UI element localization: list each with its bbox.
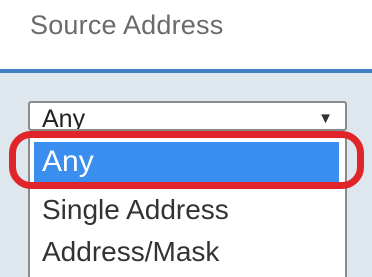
source-address-label: Source Address [30,10,224,40]
panel-top-border [0,69,372,73]
option-single-address[interactable]: Single Address [34,190,339,230]
option-address-mask[interactable]: Address/Mask [34,232,339,272]
option-any[interactable]: Any [34,142,339,182]
select-current-value: Any [42,105,86,131]
source-address-dropdown-list: Any Single Address Address/Mask [28,136,347,277]
source-address-select[interactable]: Any ▼ [28,101,347,131]
caret-down-icon[interactable]: ▼ [318,110,333,127]
